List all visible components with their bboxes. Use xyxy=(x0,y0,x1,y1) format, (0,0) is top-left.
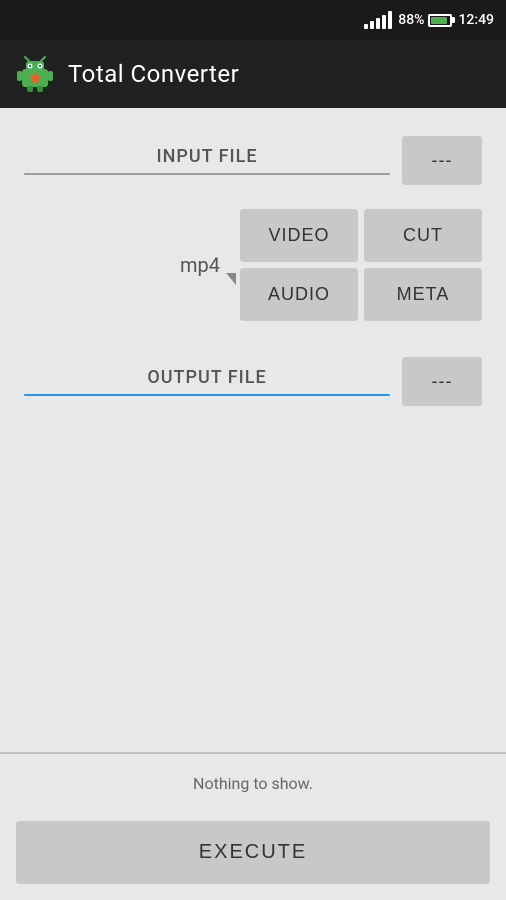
signal-bar-1 xyxy=(364,24,368,29)
input-file-underline xyxy=(24,173,390,175)
signal-icon xyxy=(364,11,392,29)
audio-button[interactable]: AUDIO xyxy=(240,268,358,321)
battery-percent: 88% xyxy=(398,12,424,28)
main-content: INPUT FILE --- mp4 VIDEO CUT AUDIO META … xyxy=(0,108,506,900)
action-buttons-grid: VIDEO CUT AUDIO META xyxy=(240,209,482,321)
battery-container: 88% xyxy=(398,12,452,28)
input-file-field: INPUT FILE xyxy=(24,146,390,175)
app-bar: Total Converter xyxy=(0,40,506,108)
meta-button[interactable]: META xyxy=(364,268,482,321)
signal-bar-5 xyxy=(388,11,392,29)
output-file-underline xyxy=(24,394,390,396)
format-display: mp4 xyxy=(24,253,240,277)
execute-button[interactable]: EXECUTE xyxy=(16,821,490,884)
output-file-field: OUTPUT FILE xyxy=(24,367,390,396)
battery-icon xyxy=(428,14,452,27)
status-bar: 88% 12:49 xyxy=(0,0,506,40)
execute-section: EXECUTE xyxy=(0,813,506,900)
signal-bar-2 xyxy=(370,21,374,29)
empty-state-message: Nothing to show. xyxy=(0,754,506,813)
input-file-label: INPUT FILE xyxy=(24,146,390,173)
app-icon xyxy=(16,55,54,93)
video-button[interactable]: VIDEO xyxy=(240,209,358,262)
output-browse-button[interactable]: --- xyxy=(402,357,482,406)
format-text: mp4 xyxy=(180,253,232,277)
input-file-section: INPUT FILE --- xyxy=(0,108,506,201)
app-title: Total Converter xyxy=(68,60,239,88)
output-file-label: OUTPUT FILE xyxy=(24,367,390,394)
output-file-section: OUTPUT FILE --- xyxy=(0,341,506,422)
dropdown-arrow-icon xyxy=(226,273,236,285)
input-browse-button[interactable]: --- xyxy=(402,136,482,185)
format-action-section: mp4 VIDEO CUT AUDIO META xyxy=(0,201,506,341)
signal-bar-3 xyxy=(376,18,380,29)
clock: 12:49 xyxy=(458,12,494,28)
battery-fill xyxy=(431,17,447,24)
spacer-area xyxy=(0,422,506,752)
signal-bar-4 xyxy=(382,15,386,29)
cut-button[interactable]: CUT xyxy=(364,209,482,262)
